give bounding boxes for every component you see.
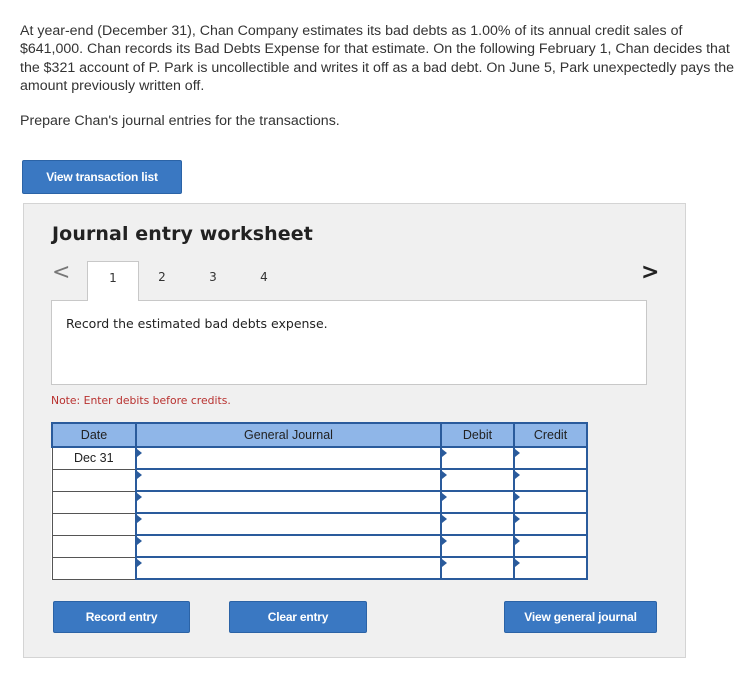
table-row [51,534,588,558]
view-general-journal-button[interactable]: View general journal [504,601,657,633]
account-input[interactable] [135,512,442,536]
account-input[interactable] [135,534,442,558]
entry-description: Record the estimated bad debts expense. [66,316,328,331]
instruction-text: Prepare Chan's journal entries for the t… [20,113,340,129]
dropdown-indicator-icon [137,471,142,479]
debit-header: Debit [440,422,515,448]
chevron-right-icon[interactable]: > [641,262,659,284]
debit-input[interactable] [440,468,515,492]
dropdown-indicator-icon [442,449,447,457]
tab-4[interactable]: 4 [253,261,275,301]
table-row: Dec 31 [51,446,588,470]
account-input[interactable] [135,468,442,492]
debit-input[interactable] [440,512,515,536]
journal-entry-worksheet: Journal entry worksheet < 1 2 3 4 > Reco… [23,203,686,658]
credit-header: Credit [513,422,588,448]
debits-note: Note: Enter debits before credits. [51,394,231,407]
record-entry-button[interactable]: Record entry [53,601,190,633]
dropdown-indicator-icon [137,515,142,523]
dropdown-indicator-icon [515,471,520,479]
entry-description-panel: Record the estimated bad debts expense. [51,300,647,385]
general-journal-header: General Journal [135,422,442,448]
dropdown-indicator-icon [515,537,520,545]
dropdown-indicator-icon [515,515,520,523]
credit-input[interactable] [513,446,588,470]
account-input[interactable] [135,490,442,514]
tab-2[interactable]: 2 [151,261,173,301]
date-cell[interactable] [51,468,137,492]
debit-input[interactable] [440,490,515,514]
dropdown-indicator-icon [442,559,447,567]
credit-input[interactable] [513,490,588,514]
table-row [51,556,588,580]
dropdown-indicator-icon [137,493,142,501]
credit-input[interactable] [513,512,588,536]
dropdown-indicator-icon [515,493,520,501]
date-cell[interactable] [51,490,137,514]
dropdown-indicator-icon [442,471,447,479]
tab-3[interactable]: 3 [202,261,224,301]
dropdown-indicator-icon [137,537,142,545]
table-row [51,468,588,492]
date-header: Date [51,422,137,448]
debit-input[interactable] [440,556,515,580]
dropdown-indicator-icon [442,493,447,501]
credit-input[interactable] [513,556,588,580]
tab-1[interactable]: 1 [87,261,139,301]
table-row [51,512,588,536]
debit-input[interactable] [440,534,515,558]
date-cell[interactable] [51,556,137,580]
problem-text: At year-end (December 31), Chan Company … [20,23,735,94]
chevron-left-icon[interactable]: < [52,262,70,284]
dropdown-indicator-icon [515,449,520,457]
view-transaction-list-button[interactable]: View transaction list [22,160,182,194]
date-cell[interactable] [51,534,137,558]
debit-input[interactable] [440,446,515,470]
dropdown-indicator-icon [442,515,447,523]
dropdown-indicator-icon [137,559,142,567]
table-row [51,490,588,514]
worksheet-title: Journal entry worksheet [52,223,313,245]
account-input[interactable] [135,446,442,470]
clear-entry-button[interactable]: Clear entry [229,601,367,633]
journal-table: Date General Journal Debit Credit Dec 31 [51,422,588,580]
date-cell: Dec 31 [51,446,137,470]
dropdown-indicator-icon [515,559,520,567]
dropdown-indicator-icon [442,537,447,545]
credit-input[interactable] [513,468,588,492]
account-input[interactable] [135,556,442,580]
credit-input[interactable] [513,534,588,558]
date-cell[interactable] [51,512,137,536]
dropdown-indicator-icon [137,449,142,457]
